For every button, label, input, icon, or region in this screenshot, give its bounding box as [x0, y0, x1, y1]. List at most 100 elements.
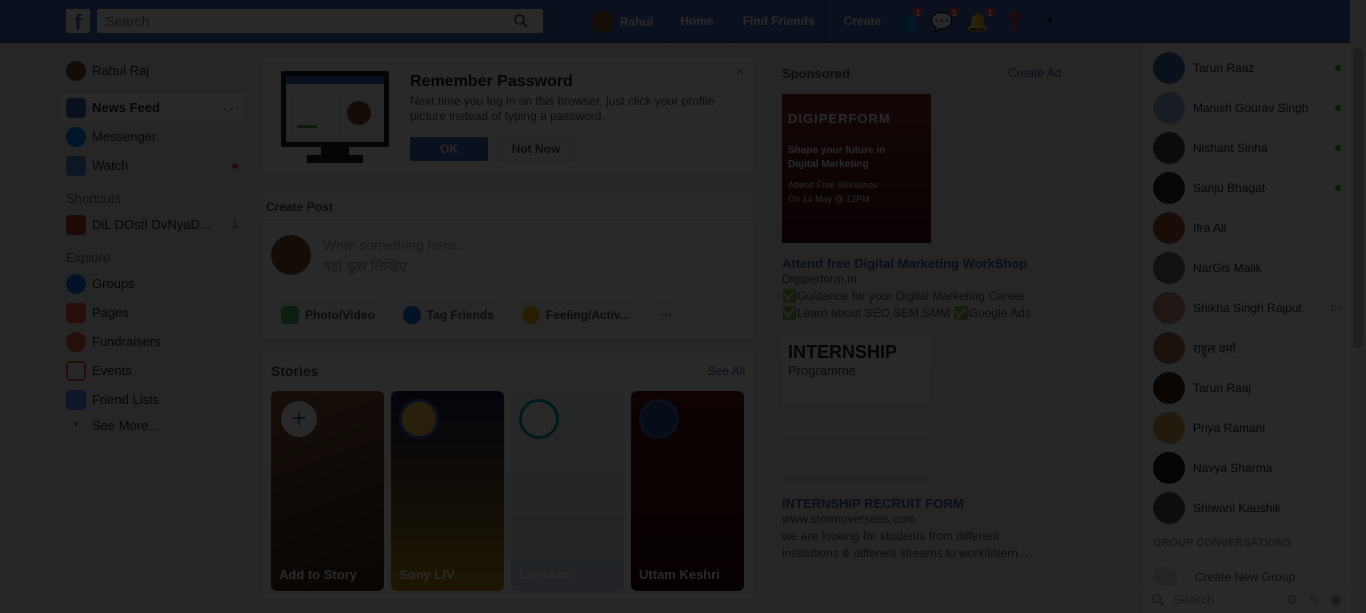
facebook-logo-icon[interactable]: f	[66, 9, 90, 33]
events-icon	[66, 360, 86, 381]
sidebar-item-label: Events	[92, 363, 132, 378]
ad-image-text: INTERNSHIP	[788, 342, 898, 362]
ok-button[interactable]: OK	[410, 137, 488, 161]
chat-contact[interactable]: Ifra Ali	[1153, 211, 1343, 245]
search-icon[interactable]	[513, 13, 529, 29]
find-friends-link[interactable]: Find Friends	[727, 0, 829, 43]
notifications-icon[interactable]: 🔔 1	[966, 5, 996, 34]
chat-contact[interactable]: राहुल वर्मा	[1153, 331, 1343, 365]
last-active-time: 1m	[1329, 302, 1343, 314]
friend-lists-icon	[66, 389, 86, 410]
sidebar-profile[interactable]: Rahul Raj	[66, 56, 246, 85]
groups-icon	[66, 273, 86, 294]
profile-link[interactable]: Rahul	[592, 10, 653, 33]
not-now-button[interactable]: Not Now	[497, 137, 575, 161]
remember-password-card: Remember Password Next time you log in o…	[262, 56, 754, 174]
sidebar-item-label: DiL DOstI DvNyaD...	[92, 217, 211, 232]
create-ad-link[interactable]: Create Ad	[1008, 66, 1061, 80]
chat-contact[interactable]: Nishant Sinha	[1153, 131, 1343, 165]
top-navigation-bar: f Rahul Home Find Friends Create 👥1 💬1 🔔…	[0, 0, 1366, 43]
sidebar-item-messenger[interactable]: Messenger	[66, 122, 246, 151]
sidebar-item-label: Friend Lists	[92, 392, 160, 407]
page-scrollbar[interactable]	[1350, 0, 1366, 613]
story-item[interactable]: Lenskart	[511, 391, 624, 591]
sidebar-item-news-feed[interactable]: News Feed ···	[62, 93, 246, 122]
story-name: Add to Story	[279, 567, 357, 582]
feeling-activity-button[interactable]: Feeling/Activ...	[511, 301, 640, 329]
avatar	[1153, 212, 1185, 244]
chat-search-input[interactable]: Search	[1173, 592, 1284, 607]
video-call-icon[interactable]: ▣	[1328, 592, 1344, 608]
sidebar-item-shortcut[interactable]: DiL DOstI DvNyaD... 1	[66, 210, 246, 239]
help-icon[interactable]: ❓	[1002, 10, 1026, 34]
close-icon[interactable]: ×	[736, 63, 745, 81]
story-name: Uttam Keshri	[639, 567, 720, 582]
sidebar-item-pages[interactable]: Pages	[66, 298, 246, 327]
messages-badge: 1	[948, 5, 960, 18]
create-link[interactable]: Create	[828, 0, 895, 43]
ad-headline[interactable]: INTERNSHIP RECRUIT FORM	[782, 496, 964, 511]
sidebar-item-label: Fundraisers	[92, 334, 161, 349]
photo-video-button[interactable]: Photo/Video	[271, 301, 385, 329]
sidebar-item-fundraisers[interactable]: Fundraisers	[66, 327, 246, 356]
chat-tools: ⚙ ✎ ▣	[1284, 592, 1350, 608]
more-options-icon[interactable]: ···	[223, 100, 240, 116]
story-item[interactable]: Uttam Keshri	[631, 391, 744, 591]
ad-headline[interactable]: Attend free Digital Marketing WorkShop	[782, 256, 1027, 271]
avatar	[1153, 452, 1185, 484]
sidebar-item-groups[interactable]: Groups	[66, 269, 246, 298]
chat-contact[interactable]: Tarun Raaz	[1153, 51, 1343, 85]
ad-image[interactable]: DIGIPERFORM Shape your future in Digital…	[782, 94, 931, 243]
fundraisers-icon	[66, 331, 86, 352]
more-options-button[interactable]: ···	[647, 301, 684, 329]
gear-icon[interactable]: ⚙	[1284, 592, 1300, 608]
chat-contact[interactable]: Shikha Singh Rajput 1m	[1153, 291, 1343, 325]
see-all-link[interactable]: See All	[708, 364, 745, 378]
chat-search-bar[interactable]: Search ⚙ ✎ ▣	[1143, 585, 1350, 613]
chat-contact[interactable]: Priya Ramani	[1153, 411, 1343, 445]
search-box[interactable]	[97, 9, 543, 33]
chat-sidebar: Tarun Raaz Manish Gourav Singh Nishant S…	[1142, 43, 1350, 613]
sidebar-item-events[interactable]: Events	[66, 356, 246, 385]
tag-friends-button[interactable]: Tag Friends	[392, 301, 504, 329]
action-label: Tag Friends	[426, 308, 494, 322]
chat-contact[interactable]: Navya Sharma	[1153, 451, 1343, 485]
scrollbar-thumb[interactable]	[1353, 48, 1363, 348]
see-more-link[interactable]: ▼ See More...	[66, 414, 246, 436]
online-indicator	[1335, 145, 1341, 151]
online-indicator	[1335, 105, 1341, 111]
ad-image[interactable]: INTERNSHIP Programme	[782, 334, 931, 483]
stories-card: Stories See All + Add to Story Sony LIV …	[262, 350, 754, 600]
chat-contact[interactable]: Shiwani Kaushik	[1153, 491, 1343, 525]
chevron-down-icon[interactable]: ▼	[1038, 10, 1062, 34]
chat-contact[interactable]: Manish Gourav Singh	[1153, 91, 1343, 125]
wine-glass-icon	[66, 214, 86, 235]
contact-name: NarGis Malik	[1193, 261, 1262, 275]
shortcuts-heading: Shortcuts	[66, 191, 121, 206]
avatar	[1153, 52, 1185, 84]
new-message-icon[interactable]: ✎	[1306, 592, 1322, 608]
friend-requests-icon[interactable]: 👥 1	[894, 5, 924, 34]
contact-name: Navya Sharma	[1193, 461, 1273, 475]
post-composer-placeholder-hindi[interactable]: यहां कुछ लिखिए	[323, 257, 406, 276]
contact-name: Shiwani Kaushik	[1193, 501, 1282, 515]
plus-icon[interactable]: +	[281, 401, 317, 437]
post-composer-placeholder[interactable]: Write something here...	[323, 237, 467, 253]
online-indicator	[1335, 185, 1341, 191]
sidebar-item-friend-lists[interactable]: Friend Lists	[66, 385, 246, 414]
chat-contact[interactable]: Sanju Bhagat	[1153, 171, 1343, 205]
contact-name: Shikha Singh Rajput	[1193, 301, 1302, 315]
story-item[interactable]: Sony LIV	[391, 391, 504, 591]
sidebar-item-watch[interactable]: Watch	[66, 151, 246, 180]
remember-password-title: Remember Password	[410, 73, 573, 90]
ad-line: Digiperform.in	[782, 272, 857, 286]
search-input[interactable]	[97, 9, 497, 33]
chat-contact[interactable]: Tarun Raaj	[1153, 371, 1343, 405]
story-add[interactable]: + Add to Story	[271, 391, 384, 591]
home-link[interactable]: Home	[665, 0, 727, 43]
create-new-group-button[interactable]: Create New Group	[1153, 567, 1295, 587]
messenger-icon[interactable]: 💬 1	[930, 5, 960, 34]
chat-contact[interactable]: NarGis Malik	[1153, 251, 1343, 285]
ad-line: ✅Learn about SEO,SEM,SMM ✅Google Ads	[782, 306, 1031, 320]
sidebar-item-label: Pages	[92, 305, 129, 320]
